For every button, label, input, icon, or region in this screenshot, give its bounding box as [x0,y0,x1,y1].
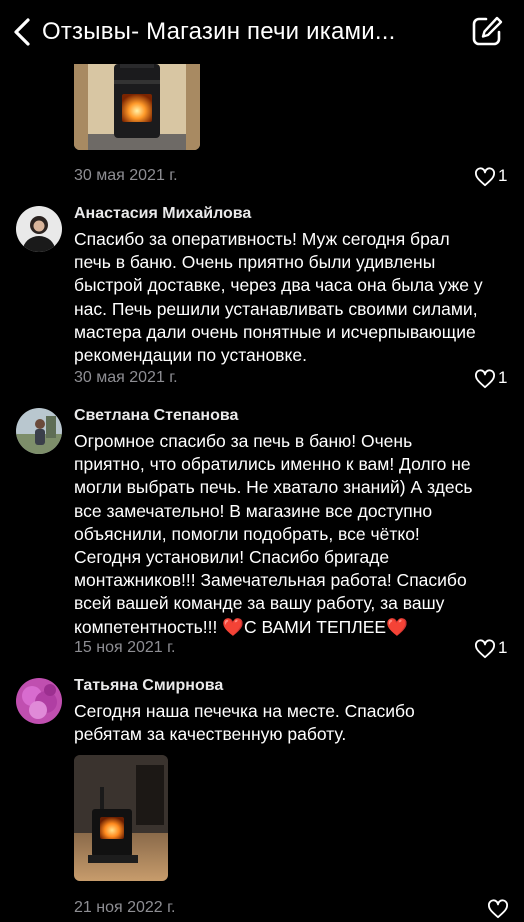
review-text-line: могли выбрать печь. Не хватало знаний) А… [74,477,473,498]
review-text-line: объяснили, помогли подобрать, все чётко! [74,523,420,544]
like-button[interactable]: 1 [474,637,514,659]
review-text-line: печь в баню. Очень приятно были удивлены [74,252,436,273]
like-button[interactable] [487,897,513,919]
heart-icon [474,369,495,389]
review-photo-stove-room[interactable] [74,755,168,881]
review-text: Спасибо за оперативность! Муж сегодня бр… [74,228,514,367]
review-text-line: быстрой доставке, через два часа она был… [74,275,483,296]
compose-button[interactable] [470,14,504,48]
reviewer-name[interactable]: Анастасия Михайлова [74,203,251,225]
review-date: 30 мая 2021 г. [74,167,178,184]
review-text-line: ребятам за качественную работу. [74,724,347,745]
review-text: Сегодня наша печечка на месте. Спасибо р… [74,700,514,746]
review-date: 21 ноя 2022 г. [74,899,176,916]
review-text-line: нас. Печь решили устанавливать своими си… [74,298,478,319]
review-text-line: мастера дали очень понятные и исчерпываю… [74,321,476,342]
avatar[interactable] [16,408,62,454]
review-text: Огромное спасибо за печь в баню! Очень п… [74,430,514,639]
review-text-line: все замечательно! В магазине все доступн… [74,500,433,521]
review-text-line: всей вашей команде за вашу работу, за ва… [74,593,445,614]
like-count: 1 [498,166,508,185]
back-button[interactable] [10,14,36,50]
review-text-line: Сегодня наша печечка на месте. Спасибо [74,701,415,721]
review-text-line: рекомендации по установке. [74,345,307,366]
page-title: Отзывы- Магазин печи иками... [42,18,396,45]
stove-photo-image [74,50,200,150]
reviewer-name[interactable]: Татьяна Смирнова [74,675,223,697]
review-date: 30 мая 2021 г. [74,369,178,386]
top-bar: Отзывы- Магазин печи иками... [0,0,524,64]
avatar-image [16,206,62,252]
avatar-image [16,408,62,454]
review-date: 15 ноя 2021 г. [74,639,176,656]
like-button[interactable]: 1 [474,367,514,389]
like-count: 1 [498,638,508,657]
reviewer-name[interactable]: Светлана Степанова [74,405,238,427]
heart-icon [474,639,495,659]
review-photo-stove-sauna[interactable] [74,50,200,150]
heart-icon [474,167,495,187]
avatar[interactable] [16,678,62,724]
review-text-line: приятно, что обратились именно к вам! До… [74,454,471,475]
avatar-image [16,678,62,724]
review-text-line: монтажников!!! Замечательная работа! Спа… [74,570,467,591]
review-text-line: Спасибо за оперативность! Муж сегодня бр… [74,229,450,249]
compose-icon [472,16,503,46]
review-text-line: Огромное спасибо за печь в баню! Очень [74,431,413,451]
like-count: 1 [498,368,508,387]
heart-icon [487,899,508,919]
review-text-line: компетентность!!! ❤️С ВАМИ ТЕПЛЕЕ❤️ [74,616,408,637]
avatar[interactable] [16,206,62,252]
like-button[interactable]: 1 [474,165,514,187]
stove-room-photo-image [74,755,168,881]
review-text-line: Сегодня установили! Спасибо бригаде [74,547,390,568]
chevron-left-icon [14,18,30,46]
